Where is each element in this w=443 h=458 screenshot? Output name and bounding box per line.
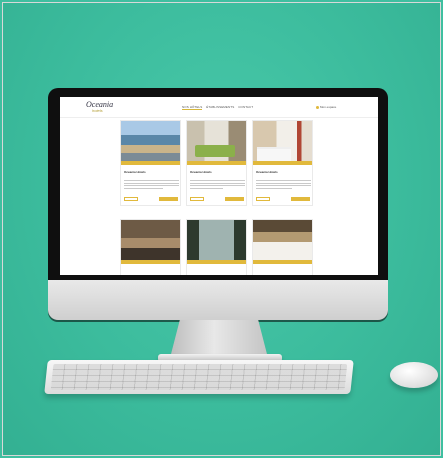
card-description — [190, 180, 245, 190]
hotel-card[interactable] — [252, 219, 313, 275]
site-logo-sub: hotels — [92, 108, 103, 113]
lounge-photo — [121, 220, 180, 260]
nav-item-hotels[interactable]: NOS HÔTELS — [182, 105, 203, 110]
hotel-card[interactable]: Oceania Hotels — [252, 120, 313, 206]
card-title: Oceania Hotels — [256, 170, 278, 174]
hotel-card[interactable] — [120, 219, 181, 275]
monitor-chin — [48, 280, 388, 320]
card-band — [187, 161, 246, 165]
card-band — [121, 260, 180, 264]
card-description — [124, 180, 179, 190]
hotel-card[interactable]: Oceania Hotels — [120, 120, 181, 206]
bed-photo — [253, 220, 312, 260]
room-photo — [187, 121, 246, 161]
card-book-button[interactable] — [225, 197, 244, 201]
card-book-button[interactable] — [159, 197, 178, 201]
harbor-photo — [121, 121, 180, 161]
account-label: Mon espace — [320, 105, 337, 109]
nav-item-contact[interactable]: CONTACT — [238, 105, 253, 109]
card-secondary-button[interactable] — [190, 197, 204, 201]
site-nav: NOS HÔTELS ÉTABLISSEMENTS CONTACT — [182, 105, 256, 110]
card-secondary-button[interactable] — [256, 197, 270, 201]
hotel-card[interactable] — [186, 219, 247, 275]
hotel-card[interactable]: Oceania Hotels — [186, 120, 247, 206]
restaurant-photo — [187, 220, 246, 260]
site-header: Oceania hotels NOS HÔTELS ÉTABLISSEMENTS… — [60, 97, 378, 118]
card-band — [187, 260, 246, 264]
monitor-screen: Oceania hotels NOS HÔTELS ÉTABLISSEMENTS… — [60, 97, 378, 275]
card-band — [253, 161, 312, 165]
card-title: Oceania Hotels — [190, 170, 212, 174]
card-band — [253, 260, 312, 264]
card-title: Oceania Hotels — [124, 170, 146, 174]
card-description — [256, 180, 311, 190]
keyboard-keys — [50, 364, 348, 390]
mouse — [390, 362, 438, 388]
nav-item-establishments[interactable]: ÉTABLISSEMENTS — [206, 105, 234, 109]
monitor-stand-neck — [170, 320, 268, 358]
user-icon — [316, 105, 319, 109]
card-secondary-button[interactable] — [124, 197, 138, 201]
card-band — [121, 161, 180, 165]
card-book-button[interactable] — [291, 197, 310, 201]
bedroom-photo — [253, 121, 312, 161]
account-link[interactable]: Mon espace — [316, 105, 336, 109]
